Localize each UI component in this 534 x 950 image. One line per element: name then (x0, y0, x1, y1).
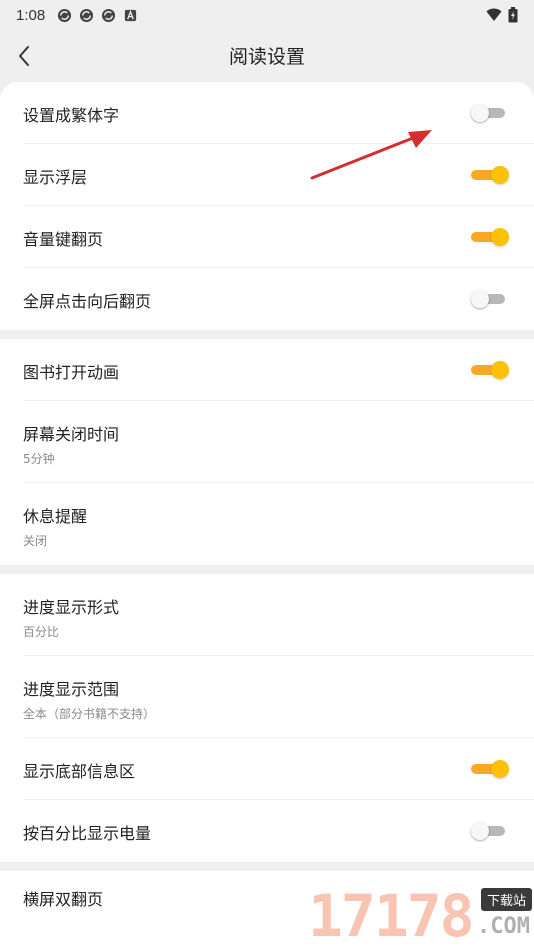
setting-label: 图书打开动画 (23, 363, 120, 382)
setting-value: 关闭 (23, 534, 48, 548)
app-a-icon (125, 9, 137, 21)
setting-label: 进度显示范围 (23, 680, 120, 699)
setting-label: 横屏双翻页 (23, 890, 104, 909)
page-title: 阅读设置 (228, 46, 305, 68)
status-bar: 1:08 (0, 0, 534, 30)
settings-section-basic: 设置成繁体字 显示浮层 音量键翻页 全屏点击向后翻页 (0, 82, 534, 330)
setting-screen-off-time[interactable]: 屏幕关闭时间 5分钟 (23, 401, 534, 483)
sync-icon (102, 8, 116, 22)
sync-icon (58, 8, 72, 22)
status-right-icons (486, 7, 518, 23)
setting-fullscreen-tap-forward[interactable]: 全屏点击向后翻页 (23, 268, 534, 330)
show-overlay-toggle[interactable] (471, 166, 509, 184)
setting-label: 进度显示形式 (23, 598, 120, 617)
settings-list: 设置成繁体字 显示浮层 音量键翻页 全屏点击向后翻页 图书打开动画 屏幕关闭时间… (0, 82, 534, 950)
battery-charging-icon (508, 7, 518, 23)
setting-progress-format[interactable]: 进度显示形式 百分比 (23, 574, 534, 656)
book-open-animation-toggle[interactable] (471, 361, 509, 379)
setting-value: 5分钟 (23, 452, 55, 466)
setting-landscape-double-page[interactable]: 横屏双翻页 (23, 871, 534, 950)
setting-label: 按百分比显示电量 (23, 824, 152, 843)
notification-icons (57, 8, 138, 23)
setting-battery-percent[interactable]: 按百分比显示电量 (23, 800, 534, 862)
setting-traditional-chinese[interactable]: 设置成繁体字 (23, 82, 534, 144)
screen: 1:08 阅读设置 设置成繁体字 显示浮层 音量键翻页 全屏点击向后翻页 图书打… (0, 0, 534, 950)
settings-section-screen: 图书打开动画 屏幕关闭时间 5分钟 休息提醒 关闭 (0, 339, 534, 565)
setting-show-overlay[interactable]: 显示浮层 (23, 144, 534, 206)
setting-label: 全屏点击向后翻页 (23, 292, 152, 311)
setting-label: 休息提醒 (23, 507, 88, 526)
section-divider (0, 565, 534, 574)
traditional-chinese-toggle[interactable] (471, 104, 509, 122)
section-divider (0, 862, 534, 871)
status-time: 1:08 (16, 6, 46, 24)
setting-label: 屏幕关闭时间 (23, 425, 120, 444)
show-bottom-info-toggle[interactable] (471, 760, 509, 778)
sync-icon (80, 8, 94, 22)
setting-rest-reminder[interactable]: 休息提醒 关闭 (23, 483, 534, 565)
setting-label: 设置成繁体字 (23, 106, 120, 125)
settings-section-progress: 进度显示形式 百分比 进度显示范围 全本（部分书籍不支持） 显示底部信息区 按百… (0, 574, 534, 862)
settings-section-landscape: 横屏双翻页 (0, 871, 534, 950)
setting-book-open-animation[interactable]: 图书打开动画 (23, 339, 534, 401)
setting-value: 百分比 (23, 625, 60, 639)
setting-label: 显示底部信息区 (23, 762, 136, 781)
section-divider (0, 330, 534, 339)
header: 阅读设置 (0, 30, 534, 82)
setting-value: 全本（部分书籍不支持） (23, 707, 156, 721)
setting-label: 音量键翻页 (23, 230, 104, 249)
setting-label: 显示浮层 (23, 168, 88, 187)
fullscreen-tap-forward-toggle[interactable] (471, 290, 509, 308)
wifi-icon (486, 8, 502, 21)
setting-volume-key-turn[interactable]: 音量键翻页 (23, 206, 534, 268)
volume-key-turn-toggle[interactable] (471, 228, 509, 246)
setting-show-bottom-info[interactable]: 显示底部信息区 (23, 738, 534, 800)
setting-progress-range[interactable]: 进度显示范围 全本（部分书籍不支持） (23, 656, 534, 738)
battery-percent-toggle[interactable] (471, 822, 509, 840)
